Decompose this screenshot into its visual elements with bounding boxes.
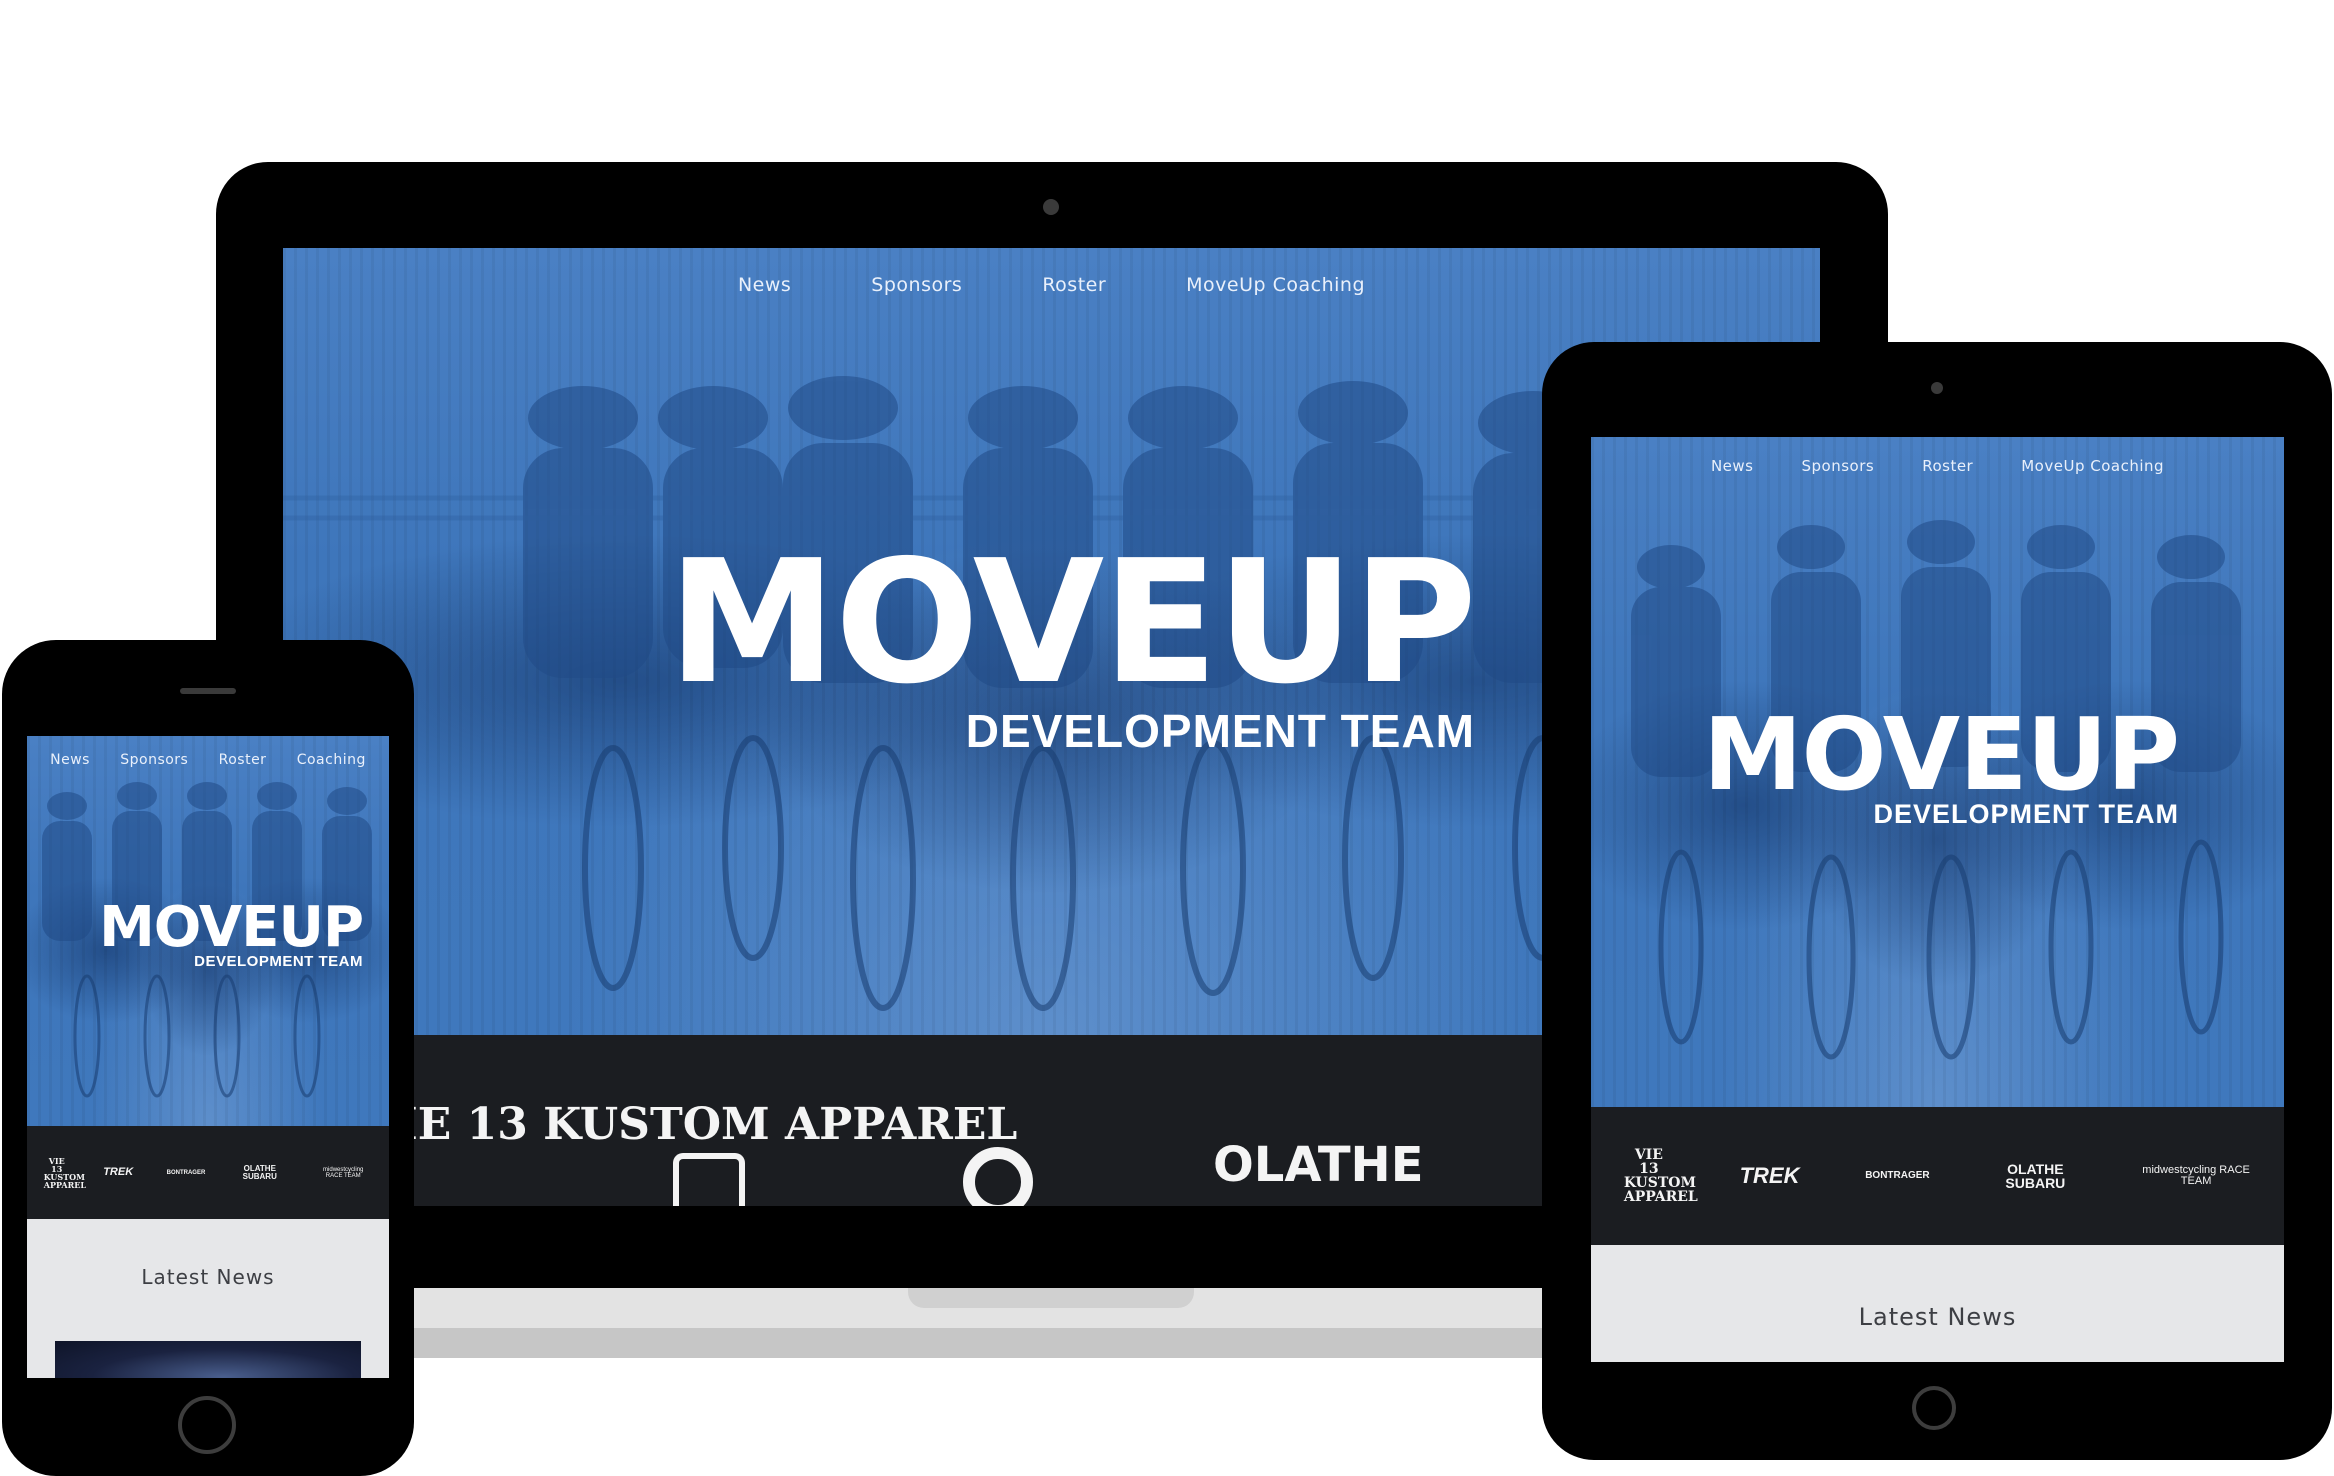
tablet-nav-news-link[interactable]: News <box>1711 457 1754 475</box>
tablet-nav-coaching-link[interactable]: MoveUp Coaching <box>2021 457 2164 475</box>
sponsor-trek-logo[interactable] <box>673 1153 745 1206</box>
phone-nav-coaching-link[interactable]: Coaching <box>297 752 366 768</box>
tablet-sponsor-vie13-logo[interactable]: VIE 13 KUSTOM APPAREL <box>1624 1148 1698 1204</box>
tablet-sponsor-strip: VIE 13 KUSTOM APPAREL TREK BONTRAGER OLA… <box>1591 1107 2284 1245</box>
tablet-sponsor-olathe-logo[interactable]: OLATHE SUBARU <box>1995 1162 2075 1190</box>
nav-coaching-link[interactable]: MoveUp Coaching <box>1186 274 1365 296</box>
phone-screen: News Sponsors Roster Coaching MOVEUP DEV… <box>27 736 389 1378</box>
tablet-latest-news-heading: Latest News <box>1858 1303 2017 1331</box>
team-logo: MOVEUP DEVELOPMENT TEAM <box>641 524 1477 754</box>
tablet-logo-title: MOVEUP <box>1702 696 2180 813</box>
tablet-nav-sponsors-link[interactable]: Sponsors <box>1802 457 1875 475</box>
phone-news-thumbnail[interactable] <box>55 1341 361 1378</box>
nav-roster-link[interactable]: Roster <box>1042 274 1106 296</box>
phone-sponsor-vie13-logo[interactable]: VIE 13 KUSTOM APPAREL <box>44 1157 86 1189</box>
tablet-home-button[interactable] <box>1912 1386 1956 1430</box>
tablet-hero-banner: News Sponsors Roster MoveUp Coaching MOV… <box>1591 437 2284 1107</box>
sponsor-vie13-logo[interactable]: VIE 13 KUSTOM APPAREL <box>363 1103 1017 1147</box>
tablet-team-logo: MOVEUP DEVELOPMENT TEAM <box>1695 696 2180 828</box>
phone-nav-news-link[interactable]: News <box>50 752 90 768</box>
phone-sponsor-strip: VIE 13 KUSTOM APPAREL TREK BONTRAGER OLA… <box>27 1126 389 1219</box>
phone-latest-news-heading: Latest News <box>141 1265 275 1289</box>
phone-latest-news-section: Latest News <box>27 1219 389 1378</box>
phone-sponsor-olathe-logo[interactable]: OLATHE SUBARU <box>239 1164 281 1181</box>
phone-home-button[interactable] <box>178 1396 236 1454</box>
phone-sponsor-bontrager-logo[interactable]: BONTRAGER <box>167 1170 206 1176</box>
tablet-sponsor-bontrager-logo[interactable]: BONTRAGER <box>1865 1171 1929 1181</box>
sponsor-bontrager-logo[interactable] <box>963 1147 1033 1206</box>
phone-sponsor-trek-logo[interactable]: TREK <box>103 1167 133 1178</box>
phone-logo-title: MOVEUP <box>99 895 364 960</box>
phone-team-logo: MOVEUP DEVELOPMENT TEAM <box>77 895 364 970</box>
phone-nav-roster-link[interactable]: Roster <box>219 752 267 768</box>
main-nav: News Sponsors Roster MoveUp Coaching <box>283 274 1820 296</box>
nav-news-link[interactable]: News <box>738 274 791 296</box>
phone-nav-sponsors-link[interactable]: Sponsors <box>120 752 188 768</box>
laptop-camera <box>1043 199 1059 215</box>
phone-speaker <box>180 688 236 694</box>
tablet-latest-news-section: Latest News <box>1591 1245 2284 1362</box>
tablet-screen: News Sponsors Roster MoveUp Coaching MOV… <box>1591 437 2284 1362</box>
laptop-notch <box>908 1288 1194 1308</box>
tablet-camera <box>1931 382 1943 394</box>
tablet-sponsor-midwest-logo[interactable]: midwestcycling RACE TEAM <box>2141 1165 2251 1187</box>
phone-nav: News Sponsors Roster Coaching <box>27 752 389 768</box>
phone-sponsor-midwest-logo[interactable]: midwestcycling RACE TEAM <box>314 1167 372 1179</box>
sponsor-olathe-logo[interactable]: OLATHE <box>1213 1141 1424 1189</box>
tablet-nav: News Sponsors Roster MoveUp Coaching <box>1591 457 2284 475</box>
tablet-sponsor-trek-logo[interactable]: TREK <box>1740 1165 1800 1187</box>
logo-title: MOVEUP <box>667 524 1477 722</box>
tablet-nav-roster-link[interactable]: Roster <box>1922 457 1973 475</box>
phone-hero-banner: News Sponsors Roster Coaching MOVEUP DEV… <box>27 736 389 1126</box>
nav-sponsors-link[interactable]: Sponsors <box>871 274 962 296</box>
